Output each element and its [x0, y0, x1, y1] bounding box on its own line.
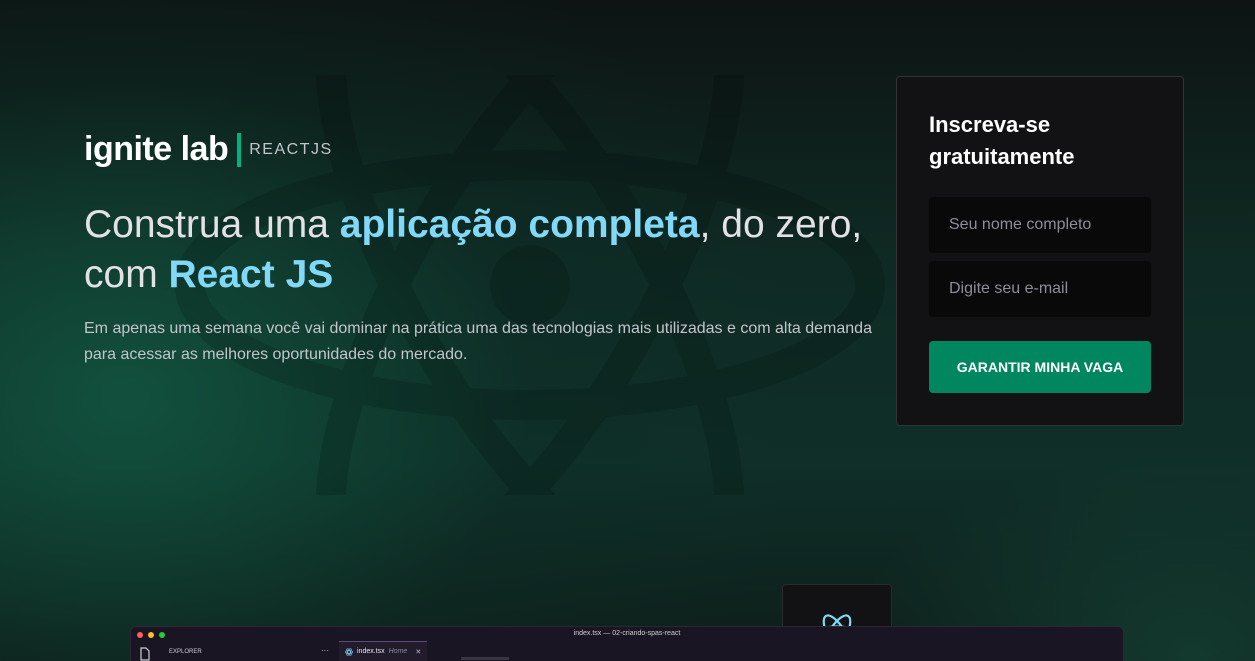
headline-highlight-1: aplicação completa	[339, 203, 700, 246]
editor-tab: index.tsx Home ✕	[339, 641, 427, 661]
submit-button[interactable]: GARANTIR MINHA VAGA	[929, 341, 1151, 393]
brand-divider	[237, 132, 242, 167]
code-editor-preview: index.tsx — 02-criando-spas-react EXPLOR…	[130, 626, 1124, 661]
headline-text-1: Construa uma	[84, 203, 340, 246]
signup-title: Inscreva-se gratuitamente	[929, 112, 1075, 169]
tab-folder-name: Home	[388, 648, 408, 655]
headline-highlight-2: React JS	[168, 253, 334, 296]
files-icon	[140, 647, 150, 661]
editor-scrollbar	[461, 657, 509, 660]
brand-tag: REACTJS	[249, 140, 333, 158]
editor-window-title: index.tsx — 02-criando-spas-react	[573, 630, 681, 637]
hero-description: Em apenas uma semana você vai dominar na…	[84, 320, 872, 363]
hero-headline: Construa uma aplicação completa, do zero…	[84, 200, 884, 300]
tab-file-name: index.tsx	[357, 648, 385, 655]
brand-name: ignite lab	[84, 130, 229, 168]
name-input[interactable]	[929, 197, 1151, 253]
brand-logo: ignite lab REACTJS	[84, 130, 333, 169]
react-file-icon	[345, 647, 353, 656]
email-input[interactable]	[929, 261, 1151, 317]
signup-card: Inscreva-se gratuitamente GARANTIR MINHA…	[896, 76, 1184, 426]
more-icon: ···	[321, 646, 329, 655]
close-icon: ✕	[415, 648, 422, 656]
explorer-title: EXPLORER	[169, 649, 202, 655]
